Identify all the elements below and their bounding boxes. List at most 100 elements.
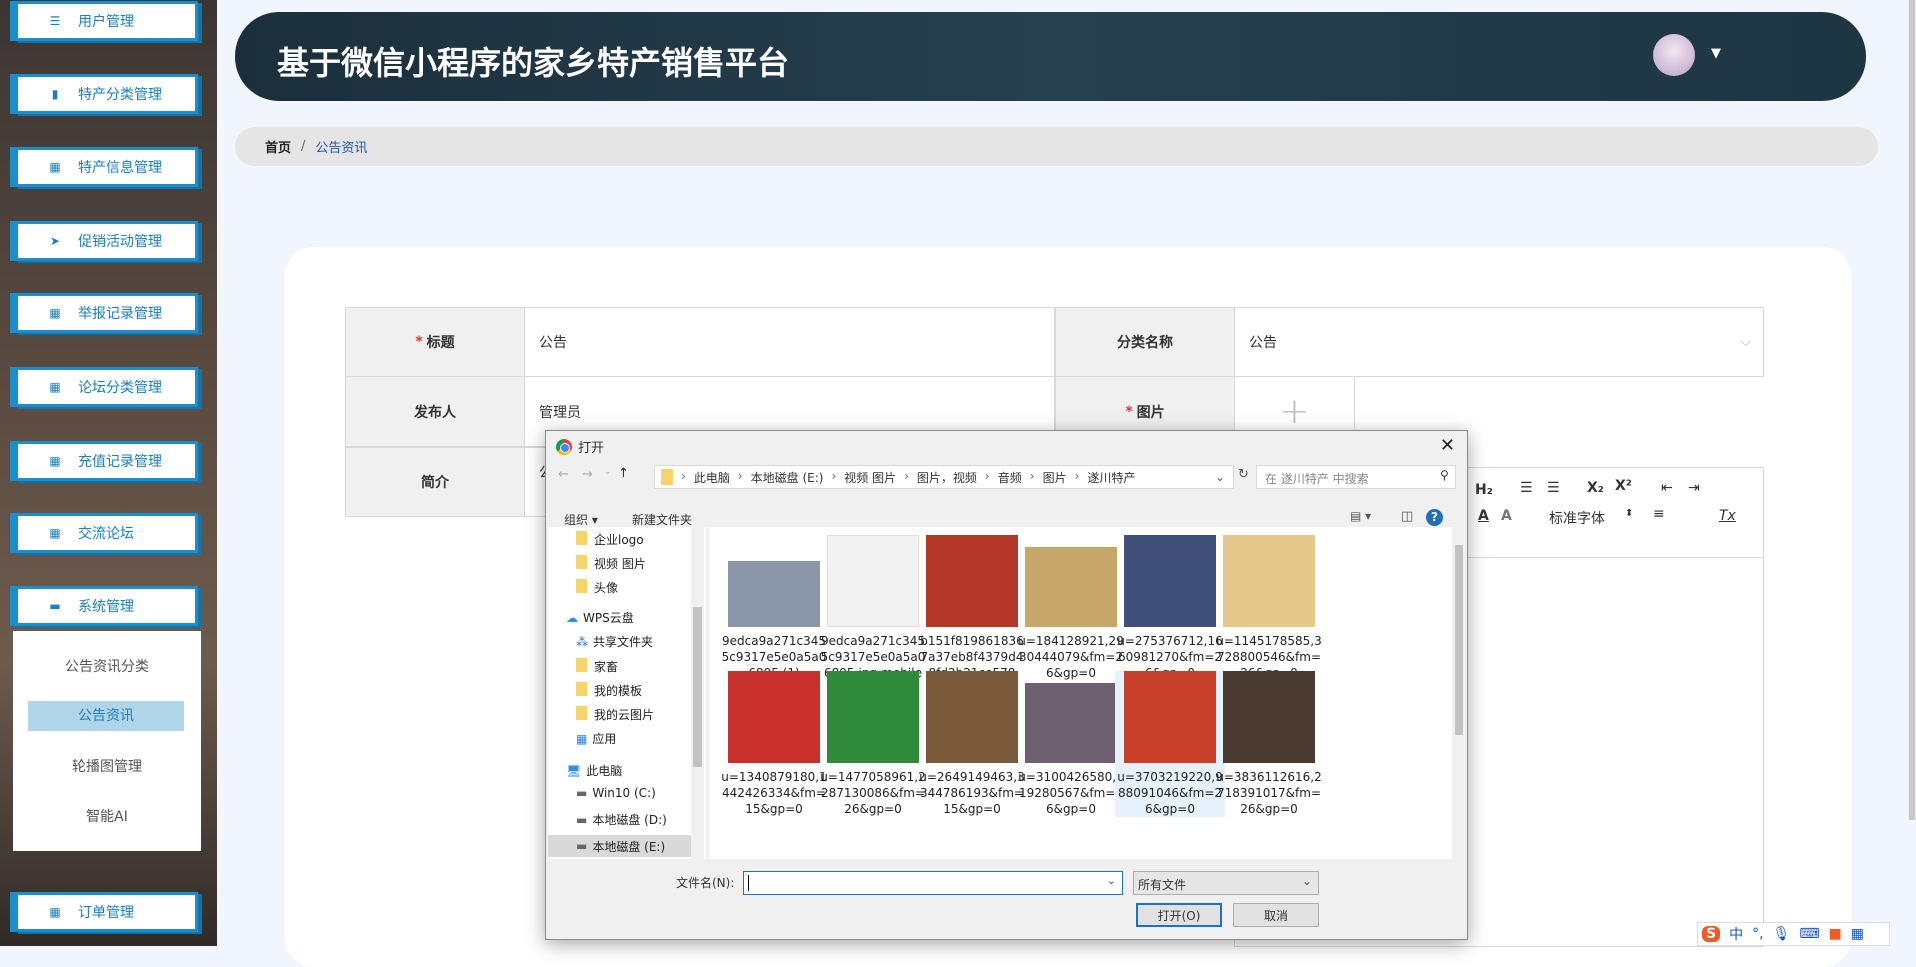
file-item[interactable]: 9edca9a271c3455c9317e5e0a5a06895 (1) [719, 535, 829, 681]
skin-icon[interactable]: ■ [1829, 926, 1842, 942]
nav-item[interactable]: 企业logo [576, 531, 644, 548]
forward-icon[interactable]: → [582, 467, 593, 482]
nav-item[interactable]: 头像 [576, 579, 618, 596]
filename-input[interactable]: ⌄ [743, 871, 1123, 895]
sidebar-item[interactable]: ▦ 充值记录管理 [14, 441, 198, 481]
file-list-scrollbar[interactable] [1452, 527, 1466, 859]
font-select[interactable]: 标准字体 [1549, 508, 1605, 528]
nav-item[interactable]: ⁂ 共享文件夹 [576, 633, 653, 650]
back-icon[interactable]: ← [558, 467, 569, 482]
submenu-item[interactable]: 轮播图管理 [13, 756, 201, 776]
path-segment[interactable]: 本地磁盘 (E:) [751, 469, 824, 486]
avatar[interactable] [1653, 34, 1695, 76]
sidebar-item[interactable]: ➤ 促销活动管理 [14, 221, 198, 261]
nav-item-label: 应用 [592, 732, 617, 746]
category-select[interactable]: 公告 ⌵ [1234, 307, 1764, 377]
sidebar-item[interactable]: ▦ 特产信息管理 [14, 147, 198, 187]
chevron-down-icon[interactable]: ⌄ [1215, 470, 1225, 484]
nav-item[interactable]: 我的模板 [576, 682, 642, 699]
outdent-icon[interactable]: ⇤ [1661, 480, 1673, 496]
file-item[interactable]: u=1145178585,3728800546&fm=26&gp=0 [1214, 535, 1324, 681]
up-icon[interactable]: ↑ [618, 466, 629, 481]
font-color-icon[interactable]: A [1478, 508, 1489, 524]
path-segment[interactable]: 图片 [1043, 469, 1067, 486]
sogou-logo-icon[interactable]: S [1702, 926, 1721, 942]
title-input[interactable]: 公告 [524, 307, 1055, 377]
chevron-down-icon[interactable]: ▼ [1711, 46, 1721, 61]
page-title: 基于微信小程序的家乡特产销售平台 [277, 44, 790, 82]
path-segment[interactable]: 图片，视频 [917, 469, 977, 486]
nav-scrollbar[interactable] [691, 527, 704, 859]
file-thumbnail [1223, 535, 1315, 627]
recent-dropdown-icon[interactable]: ⌄ [604, 467, 612, 477]
sidebar-item[interactable]: ☰ 用户管理 [14, 1, 198, 41]
file-item[interactable]: b151f8198618367a37eb8f4379d48fd2b21ce578 [917, 535, 1027, 681]
chevron-right-icon: › [737, 468, 743, 483]
new-folder-button[interactable]: 新建文件夹 [632, 511, 692, 528]
file-item[interactable]: u=1340879180,1442426334&fm=15&gp=0 [719, 671, 829, 817]
view-options-icon[interactable]: ▤ ▾ [1350, 509, 1371, 523]
nav-item[interactable]: ▬ 本地磁盘 (D:) [576, 811, 667, 828]
file-item[interactable]: u=1477058961,2287130086&fm=26&gp=0 [818, 671, 928, 817]
ime-mode[interactable]: 中 [1729, 924, 1743, 944]
chevron-down-icon[interactable]: ⌄ [1107, 874, 1116, 887]
path-segment[interactable]: 遂川特产 [1087, 469, 1135, 486]
help-icon[interactable]: ? [1426, 509, 1443, 526]
chevron-right-icon: › [984, 468, 990, 483]
bullet-list-icon[interactable]: ☰ [1547, 480, 1560, 496]
organize-button[interactable]: 组织 ▾ [564, 511, 598, 528]
path-segment[interactable]: 视频 图片 [844, 469, 896, 486]
nav-item[interactable]: 我的云图片 [576, 706, 654, 723]
sidebar-item[interactable]: ▦ 论坛分类管理 [14, 367, 198, 407]
chevron-right-icon: › [904, 468, 909, 483]
file-item[interactable]: u=3703219220,988091046&fm=26&gp=0 [1115, 671, 1225, 817]
nav-item[interactable]: 🖥 此电脑 [566, 762, 622, 779]
superscript-icon[interactable]: X² [1615, 478, 1632, 494]
clear-format-icon[interactable]: Tx [1719, 508, 1736, 524]
file-item[interactable]: 9edca9a271c3455c9317e5e0a5a06895.jpg-mob… [818, 535, 928, 681]
sidebar-item[interactable]: ▦ 举报记录管理 [14, 293, 198, 333]
file-item[interactable]: u=3100426580,519280567&fm=26&gp=0 [1016, 671, 1126, 817]
nav-item[interactable]: ▬ 本地磁盘 (E:) [548, 835, 693, 857]
file-item[interactable]: u=184128921,2930444079&fm=26&gp=0 [1016, 535, 1126, 681]
microphone-icon[interactable]: 🎙 [1773, 926, 1791, 942]
submenu-item[interactable]: 公告资讯分类 [13, 656, 201, 676]
sidebar-item[interactable]: ▬ 系统管理 [14, 586, 198, 626]
nav-item-label: 本地磁盘 (E:) [592, 839, 666, 854]
path-segment[interactable]: 音频 [998, 469, 1022, 486]
ordered-list-icon[interactable]: ☰ [1520, 480, 1533, 496]
file-item[interactable]: u=275376712,1660981270&fm=26&gp=0 [1115, 535, 1225, 681]
background-color-icon[interactable]: A [1501, 508, 1512, 524]
open-button[interactable]: 打开(O) [1136, 903, 1222, 927]
sidebar-item[interactable]: ▦ 交流论坛 [14, 513, 198, 553]
file-item[interactable]: u=3836112616,2718391017&fm=26&gp=0 [1214, 671, 1324, 817]
sidebar-item-order[interactable]: ▦ 订单管理 [14, 892, 198, 932]
cancel-button[interactable]: 取消 [1233, 903, 1319, 927]
sidebar-item[interactable]: ▮ 特产分类管理 [14, 74, 198, 114]
subscript-icon[interactable]: X₂ [1587, 480, 1604, 496]
submenu-item[interactable]: 公告资讯 [28, 701, 184, 731]
address-bar[interactable]: › 此电脑 › 本地磁盘 (E:) › 视频 图片 › 图片，视频 › 音频 › 图片 › 遂川特产 ⌄ [654, 465, 1234, 489]
file-item[interactable]: u=2649149463,3344786193&fm=15&gp=0 [917, 671, 1027, 817]
heading2-icon[interactable]: H₂ [1475, 482, 1493, 498]
close-icon[interactable]: ✕ [1440, 435, 1455, 456]
breadcrumb-home[interactable]: 首页 [265, 137, 291, 156]
page-scrollbar[interactable] [1908, 0, 1916, 820]
keyboard-icon[interactable]: ⌨ [1799, 926, 1819, 942]
nav-item[interactable]: 视频 图片 [576, 555, 646, 572]
ime-punctuation[interactable]: °, [1752, 926, 1763, 942]
submenu-item[interactable]: 智能AI [13, 806, 201, 826]
search-input[interactable]: 在 遂川特产 中搜索 [1256, 465, 1456, 489]
file-type-select[interactable]: 所有文件 ⌄ [1133, 871, 1319, 895]
indent-icon[interactable]: ⇥ [1688, 480, 1700, 496]
nav-item[interactable]: 家畜 [576, 658, 618, 675]
apps-grid-icon[interactable]: ▦ [1851, 926, 1864, 942]
grid-icon: ▦ [49, 306, 61, 320]
refresh-icon[interactable]: ↻ [1238, 467, 1249, 482]
preview-pane-icon[interactable]: ◫ [1401, 509, 1413, 524]
nav-item[interactable]: ▦ 应用 [576, 730, 616, 747]
path-segment[interactable]: 此电脑 [694, 469, 730, 486]
align-icon[interactable]: ≡ [1653, 506, 1665, 522]
nav-item[interactable]: ☁ WPS云盘 [566, 609, 634, 626]
nav-item[interactable]: ▬ Win10 (C:) [576, 786, 656, 800]
